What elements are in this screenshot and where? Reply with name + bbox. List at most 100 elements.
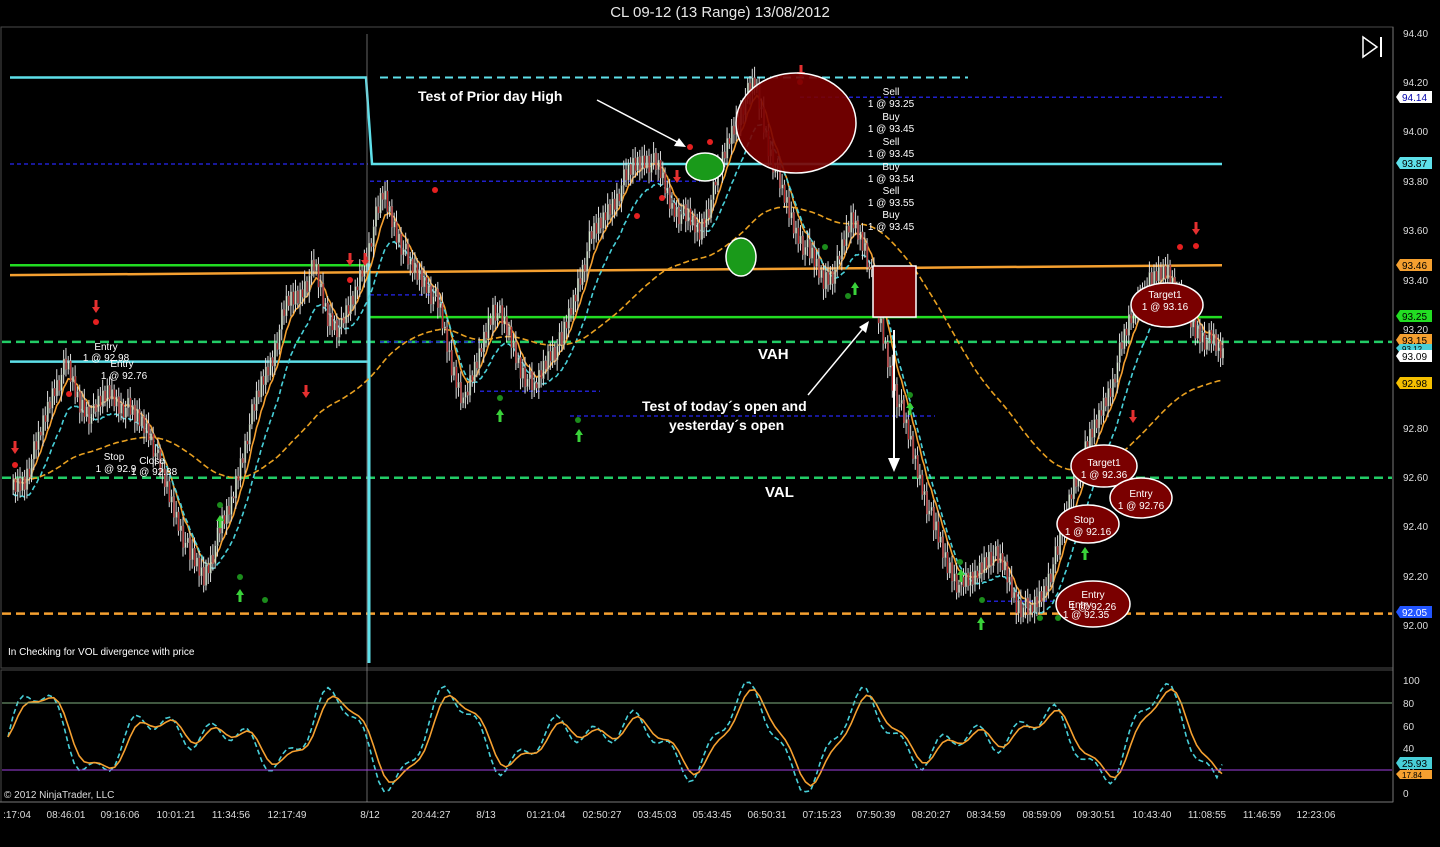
time-tick: 08:46:01 — [47, 810, 86, 821]
down-candle — [99, 395, 102, 407]
down-candle — [783, 184, 786, 203]
time-tick: 09:30:51 — [1077, 810, 1116, 821]
down-candle — [69, 360, 72, 383]
price-panel[interactable] — [0, 26, 1394, 669]
up-candle — [521, 367, 524, 379]
up-candle — [30, 459, 33, 478]
up-candle — [184, 542, 187, 548]
up-candle — [157, 449, 159, 454]
down-candle — [218, 527, 221, 534]
up-candle — [974, 570, 977, 585]
down-candle — [173, 496, 175, 518]
down-candle — [253, 403, 256, 411]
down-candle — [460, 381, 462, 404]
zone-long — [725, 237, 757, 277]
up-candle — [12, 478, 15, 491]
up-candle — [90, 413, 93, 424]
time-tick: 11:08:55 — [1188, 810, 1227, 821]
down-candle — [88, 406, 91, 424]
down-candle — [1091, 428, 1094, 438]
up-candle — [1013, 591, 1016, 599]
down-candle — [193, 548, 196, 567]
down-candle — [207, 564, 210, 574]
up-candle — [42, 415, 45, 436]
down-candle — [437, 288, 439, 308]
up-candle — [115, 396, 118, 407]
up-candle — [854, 220, 857, 229]
down-candle — [896, 383, 899, 408]
annotation-open-1: Test of today´s open and — [642, 398, 807, 414]
down-candle — [997, 545, 1000, 564]
up-candle — [606, 203, 609, 221]
swing-high-dot — [1193, 243, 1199, 249]
stoch-tick: 80 — [1403, 699, 1415, 710]
down-candle — [391, 206, 394, 228]
down-candle — [932, 506, 935, 531]
down-candle — [262, 375, 265, 386]
up-candle — [577, 278, 579, 302]
play-to-end-icon[interactable] — [1360, 35, 1386, 59]
down-candle — [283, 309, 286, 317]
up-candle — [1008, 576, 1011, 583]
time-tick: 8/12 — [360, 810, 380, 821]
up-candle — [175, 511, 178, 518]
up-candle — [423, 276, 426, 288]
up-candle — [285, 295, 288, 317]
trade-label: 1 @ 92.76 — [101, 371, 148, 382]
down-candle — [292, 291, 295, 305]
swing-high-dot — [347, 277, 353, 283]
price-chart[interactable]: 94.40 94.20 94.00 93.80 93.60 93.40 93.2… — [0, 0, 1440, 847]
down-candle — [336, 320, 338, 338]
time-axis: :17:04 08:46:01 09:16:06 10:01:21 11:34:… — [3, 810, 1336, 821]
down-candle — [866, 242, 869, 268]
down-candle — [1006, 561, 1009, 583]
down-candle — [535, 382, 538, 389]
price-tick: 92.60 — [1403, 473, 1428, 484]
up-candle — [310, 259, 313, 277]
down-candle — [485, 331, 488, 339]
down-candle — [625, 169, 628, 181]
up-candle — [496, 312, 499, 321]
down-candle — [668, 187, 671, 209]
up-candle — [274, 342, 276, 367]
up-candle — [473, 361, 476, 383]
up-candle — [909, 435, 912, 440]
up-candle — [294, 290, 297, 305]
down-candle — [267, 366, 270, 376]
down-candle — [813, 247, 816, 267]
down-candle — [168, 481, 171, 503]
time-tick: 02:50:27 — [583, 810, 622, 821]
up-candle — [785, 196, 788, 203]
svg-text:92.98: 92.98 — [1402, 379, 1427, 390]
up-candle — [528, 370, 531, 380]
down-candle — [590, 230, 593, 240]
up-candle — [517, 357, 520, 364]
down-candle — [446, 326, 449, 353]
down-candle — [1160, 266, 1163, 281]
up-candle — [836, 255, 839, 270]
up-candle — [958, 584, 961, 593]
annotation-prior-high: Test of Prior day High — [418, 88, 562, 104]
up-candle — [834, 269, 837, 284]
up-candle — [1038, 591, 1041, 608]
up-candle — [340, 317, 343, 328]
time-tick: :17:04 — [3, 810, 31, 821]
trade-label: Entry — [1129, 489, 1152, 500]
down-candle — [852, 212, 855, 229]
down-candle — [857, 220, 860, 240]
up-candle — [671, 202, 674, 209]
trade-label: Target1 — [1148, 290, 1182, 301]
up-candle — [106, 385, 109, 402]
stochastics-panel[interactable] — [0, 669, 1394, 803]
down-candle — [1155, 270, 1158, 282]
up-candle — [372, 226, 375, 247]
up-candle — [930, 506, 933, 511]
price-tick: 94.00 — [1403, 127, 1428, 138]
down-candle — [212, 554, 215, 564]
up-candle — [806, 239, 809, 248]
up-candle — [354, 286, 357, 305]
up-candle — [225, 505, 228, 525]
down-candle — [1001, 553, 1004, 571]
up-candle — [418, 269, 421, 281]
up-candle — [944, 551, 947, 559]
